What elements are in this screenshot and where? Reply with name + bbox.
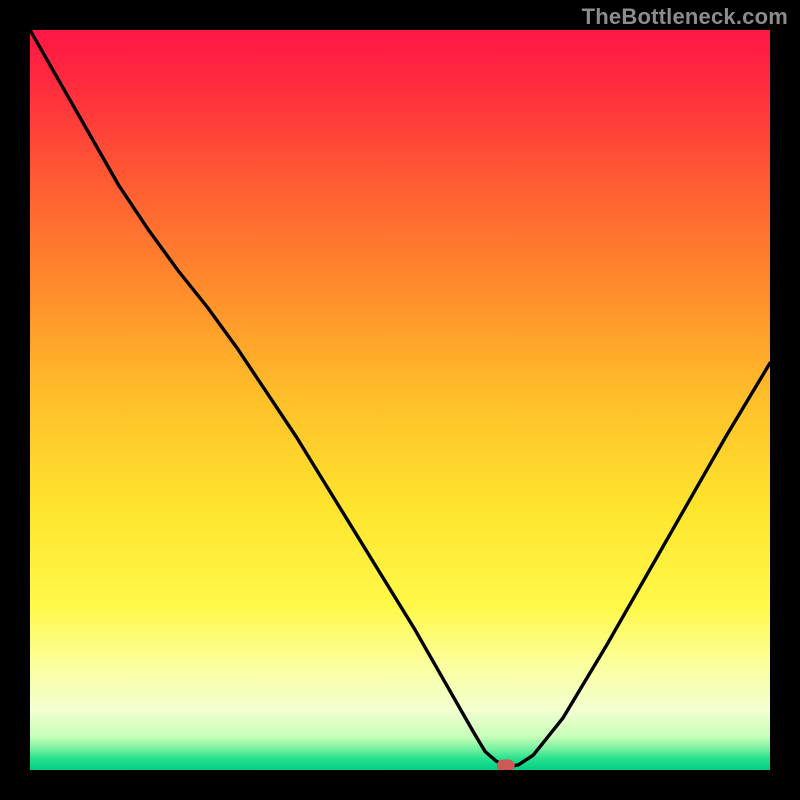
optimal-marker — [497, 760, 515, 770]
plot-area — [30, 30, 770, 770]
watermark-text: TheBottleneck.com — [582, 4, 788, 30]
chart-frame: TheBottleneck.com — [0, 0, 800, 800]
bottleneck-chart — [30, 30, 770, 770]
gradient-background — [30, 30, 770, 770]
